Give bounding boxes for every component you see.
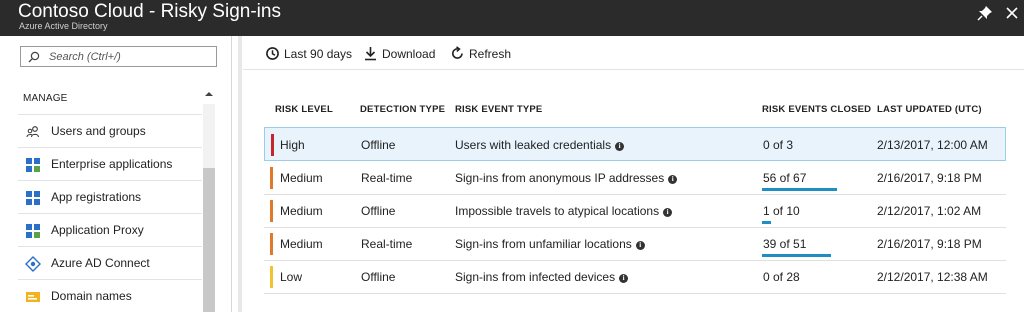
app-registrations-icon	[26, 191, 40, 205]
section-header-manage: MANAGE	[23, 93, 68, 104]
sidebar-item-enterprise-applications[interactable]: Enterprise applications	[18, 147, 202, 180]
detection-type-cell: Offline	[361, 270, 396, 284]
sidebar-item-label: Application Proxy	[51, 223, 144, 237]
last-updated-cell: 2/12/2017, 1:02 AM	[877, 204, 982, 218]
risk-events-closed-cell[interactable]: 39 of 51	[763, 237, 806, 251]
risk-level-cell: Medium	[280, 204, 323, 218]
risk-events-closed-cell[interactable]: 0 of 3	[763, 138, 793, 152]
risk-event-type-cell: Sign-ins from unfamiliar locations i	[455, 237, 645, 251]
detection-type-cell: Real-time	[361, 171, 413, 185]
info-icon[interactable]: i	[635, 241, 645, 250]
table-row[interactable]: High Offline Users with leaked credentia…	[264, 127, 1006, 161]
blade-divider	[238, 36, 242, 312]
download-icon	[365, 47, 376, 61]
detection-type-cell: Offline	[361, 138, 396, 152]
risk-event-type-text: Users with leaked credentials	[455, 138, 612, 152]
risk-level-cell: Medium	[280, 171, 323, 185]
risk-event-type-text: Sign-ins from infected devices	[455, 270, 616, 284]
download-button[interactable]: Download	[363, 45, 435, 63]
table-row[interactable]: Medium Offline Impossible travels to aty…	[264, 194, 1006, 228]
close-icon[interactable]	[1004, 5, 1020, 21]
enterprise-apps-icon	[26, 158, 40, 172]
info-icon[interactable]: i	[615, 142, 625, 151]
users-icon	[26, 126, 40, 138]
info-icon[interactable]: i	[663, 208, 673, 217]
column-header-risk-level[interactable]: RISK LEVEL	[275, 104, 333, 115]
risk-level-cell: Low	[280, 270, 303, 284]
application-proxy-icon	[26, 224, 40, 238]
severity-indicator	[270, 167, 273, 189]
risk-event-type-cell: Users with leaked credentials i	[455, 138, 625, 152]
risk-event-type-text: Sign-ins from anonymous IP addresses	[455, 171, 665, 185]
risk-event-type-cell: Impossible travels to atypical locations…	[455, 204, 673, 218]
search-box[interactable]	[20, 46, 217, 67]
column-header-detection-type[interactable]: DETECTION TYPE	[360, 104, 445, 115]
pin-icon[interactable]	[977, 5, 993, 21]
last-updated-cell: 2/12/2017, 12:38 AM	[877, 270, 988, 284]
risk-level-cell: Medium	[280, 237, 323, 251]
risk-event-type-text: Impossible travels to atypical locations	[455, 204, 660, 218]
refresh-icon	[452, 46, 463, 59]
info-icon[interactable]: i	[619, 274, 629, 283]
table-row[interactable]: Low Offline Sign-ins from infected devic…	[264, 260, 1006, 294]
window-subtitle: Azure Active Directory	[19, 21, 108, 31]
sidebar-scrollbar-thumb[interactable]	[203, 168, 215, 312]
risk-events-closed-cell[interactable]: 0 of 28	[763, 270, 800, 284]
date-range-button[interactable]: Last 90 days	[265, 45, 352, 63]
risk-events-closed-cell[interactable]: 56 of 67	[763, 171, 806, 185]
sidebar-item-domain-names[interactable]: Domain names	[18, 279, 202, 312]
sidebar-item-azure-ad-connect[interactable]: Azure AD Connect	[18, 246, 202, 279]
sidebar-item-app-registrations[interactable]: App registrations	[18, 180, 202, 213]
risk-level-cell: High	[280, 138, 305, 152]
azure-ad-connect-icon	[25, 256, 41, 272]
sidebar-item-application-proxy[interactable]: Application Proxy	[18, 213, 202, 246]
last-updated-cell: 2/16/2017, 9:18 PM	[877, 171, 982, 185]
severity-indicator	[270, 200, 273, 222]
sidebar-item-label: Enterprise applications	[51, 157, 173, 171]
sidebar-item-label: Azure AD Connect	[51, 256, 150, 270]
refresh-button[interactable]: Refresh	[450, 45, 516, 63]
domain-names-icon	[26, 292, 40, 302]
download-label: Download	[382, 47, 436, 61]
table-row[interactable]: Medium Real-time Sign-ins from unfamilia…	[264, 227, 1006, 261]
risk-events-closed-cell[interactable]: 1 of 10	[763, 204, 800, 218]
sidebar-item-label: Domain names	[51, 289, 132, 303]
detection-type-cell: Offline	[361, 204, 396, 218]
risk-event-type-text: Sign-ins from unfamiliar locations	[455, 237, 632, 251]
scroll-up-arrow-icon[interactable]	[204, 89, 214, 99]
info-icon[interactable]: i	[668, 175, 678, 184]
last-updated-cell: 2/13/2017, 12:00 AM	[877, 138, 988, 152]
risk-event-type-cell: Sign-ins from anonymous IP addresses i	[455, 171, 678, 185]
closed-progress-bar	[762, 188, 837, 191]
risk-event-type-cell: Sign-ins from infected devices i	[455, 270, 629, 284]
command-bar: Last 90 days Download Refresh	[243, 36, 1024, 70]
detection-type-cell: Real-time	[361, 237, 413, 251]
refresh-label: Refresh	[469, 47, 512, 61]
sidebar-item-label: App registrations	[51, 190, 142, 204]
sidebar-item-label: Users and groups	[51, 124, 146, 138]
column-header-last-updated[interactable]: LAST UPDATED (UTC)	[877, 104, 982, 115]
date-range-label: Last 90 days	[284, 47, 353, 61]
closed-progress-bar	[762, 254, 831, 257]
sidebar-item-users-and-groups[interactable]: Users and groups	[18, 114, 202, 147]
last-updated-cell: 2/16/2017, 9:18 PM	[877, 237, 982, 251]
table-row[interactable]: Medium Real-time Sign-ins from anonymous…	[264, 161, 1006, 195]
closed-progress-bar	[762, 221, 771, 224]
severity-indicator	[270, 266, 273, 288]
severity-indicator	[271, 134, 274, 156]
search-input[interactable]	[49, 48, 209, 65]
search-icon	[28, 51, 40, 63]
history-icon	[266, 47, 279, 60]
column-header-risk-events-closed[interactable]: RISK EVENTS CLOSED	[762, 104, 871, 115]
title-bar: Contoso Cloud - Risky Sign-ins Azure Act…	[0, 0, 1024, 36]
column-header-risk-event-type[interactable]: RISK EVENT TYPE	[455, 104, 542, 115]
severity-indicator	[270, 233, 273, 255]
